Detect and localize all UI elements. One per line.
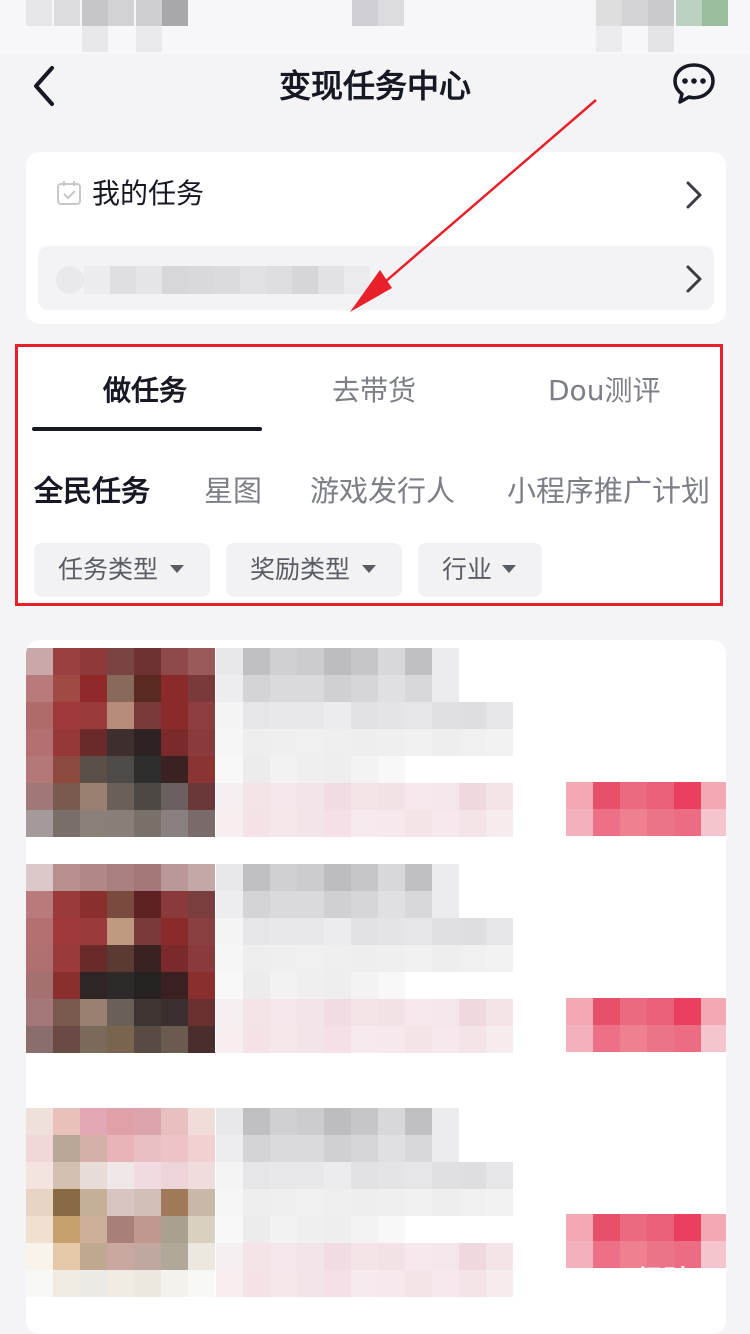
task-action-button[interactable]: [566, 998, 726, 1052]
chevron-right-icon: [684, 264, 704, 294]
caret-down-icon: [170, 565, 184, 573]
main-tabs: 做任务 去带货 Dou测评: [18, 347, 720, 431]
task-filter-section: 做任务 去带货 Dou测评 全民任务 星图 游戏发行人 小程序推广计划 任务类型…: [15, 344, 723, 606]
task-action-button[interactable]: [566, 782, 726, 836]
task-list-item[interactable]: [26, 640, 726, 837]
tab-dou-review[interactable]: Dou测评: [548, 371, 660, 411]
filter-label: 奖励类型: [250, 555, 351, 584]
baidu-jingyan-watermark: Bai 经验 jingyan.baidu.com: [576, 1260, 746, 1320]
status-bar: [0, 0, 750, 54]
filter-label: 行业: [442, 555, 493, 584]
watermark-logo: Bai 经验: [576, 1264, 692, 1297]
subtab-mini-program-promo[interactable]: 小程序推广计划: [507, 469, 710, 513]
active-tab-indicator: [32, 427, 262, 431]
filter-label: 任务类型: [58, 555, 159, 584]
filter-reward-type[interactable]: 奖励类型: [226, 543, 402, 597]
task-text-blurred: [216, 1108, 540, 1297]
chat-bubble-icon[interactable]: [670, 60, 718, 108]
task-text-blurred: [216, 864, 540, 1053]
task-list: [26, 640, 726, 1334]
filter-task-type[interactable]: 任务类型: [34, 543, 210, 597]
subtab-all-people-tasks[interactable]: 全民任务: [34, 469, 150, 513]
subtab-game-publisher[interactable]: 游戏发行人: [310, 469, 455, 513]
filter-industry[interactable]: 行业: [418, 543, 542, 597]
task-thumbnail: [26, 648, 216, 837]
caret-down-icon: [362, 565, 376, 573]
task-thumbnail: [26, 864, 216, 1053]
annotation-arrow-icon: [350, 99, 597, 312]
chevron-right-icon: [684, 180, 704, 210]
tab-do-task[interactable]: 做任务: [103, 371, 187, 411]
my-tasks-label: 我的任务: [92, 177, 205, 210]
caret-down-icon: [502, 565, 516, 573]
subtab-star-map[interactable]: 星图: [204, 469, 262, 513]
task-list-item[interactable]: [26, 856, 726, 1053]
task-thumbnail: [26, 1108, 216, 1297]
task-text-blurred: [216, 648, 540, 837]
watermark-url: jingyan.baidu.com: [576, 1299, 706, 1315]
calendar-check-icon: [56, 180, 82, 206]
tab-sell-goods[interactable]: 去带货: [332, 371, 416, 411]
